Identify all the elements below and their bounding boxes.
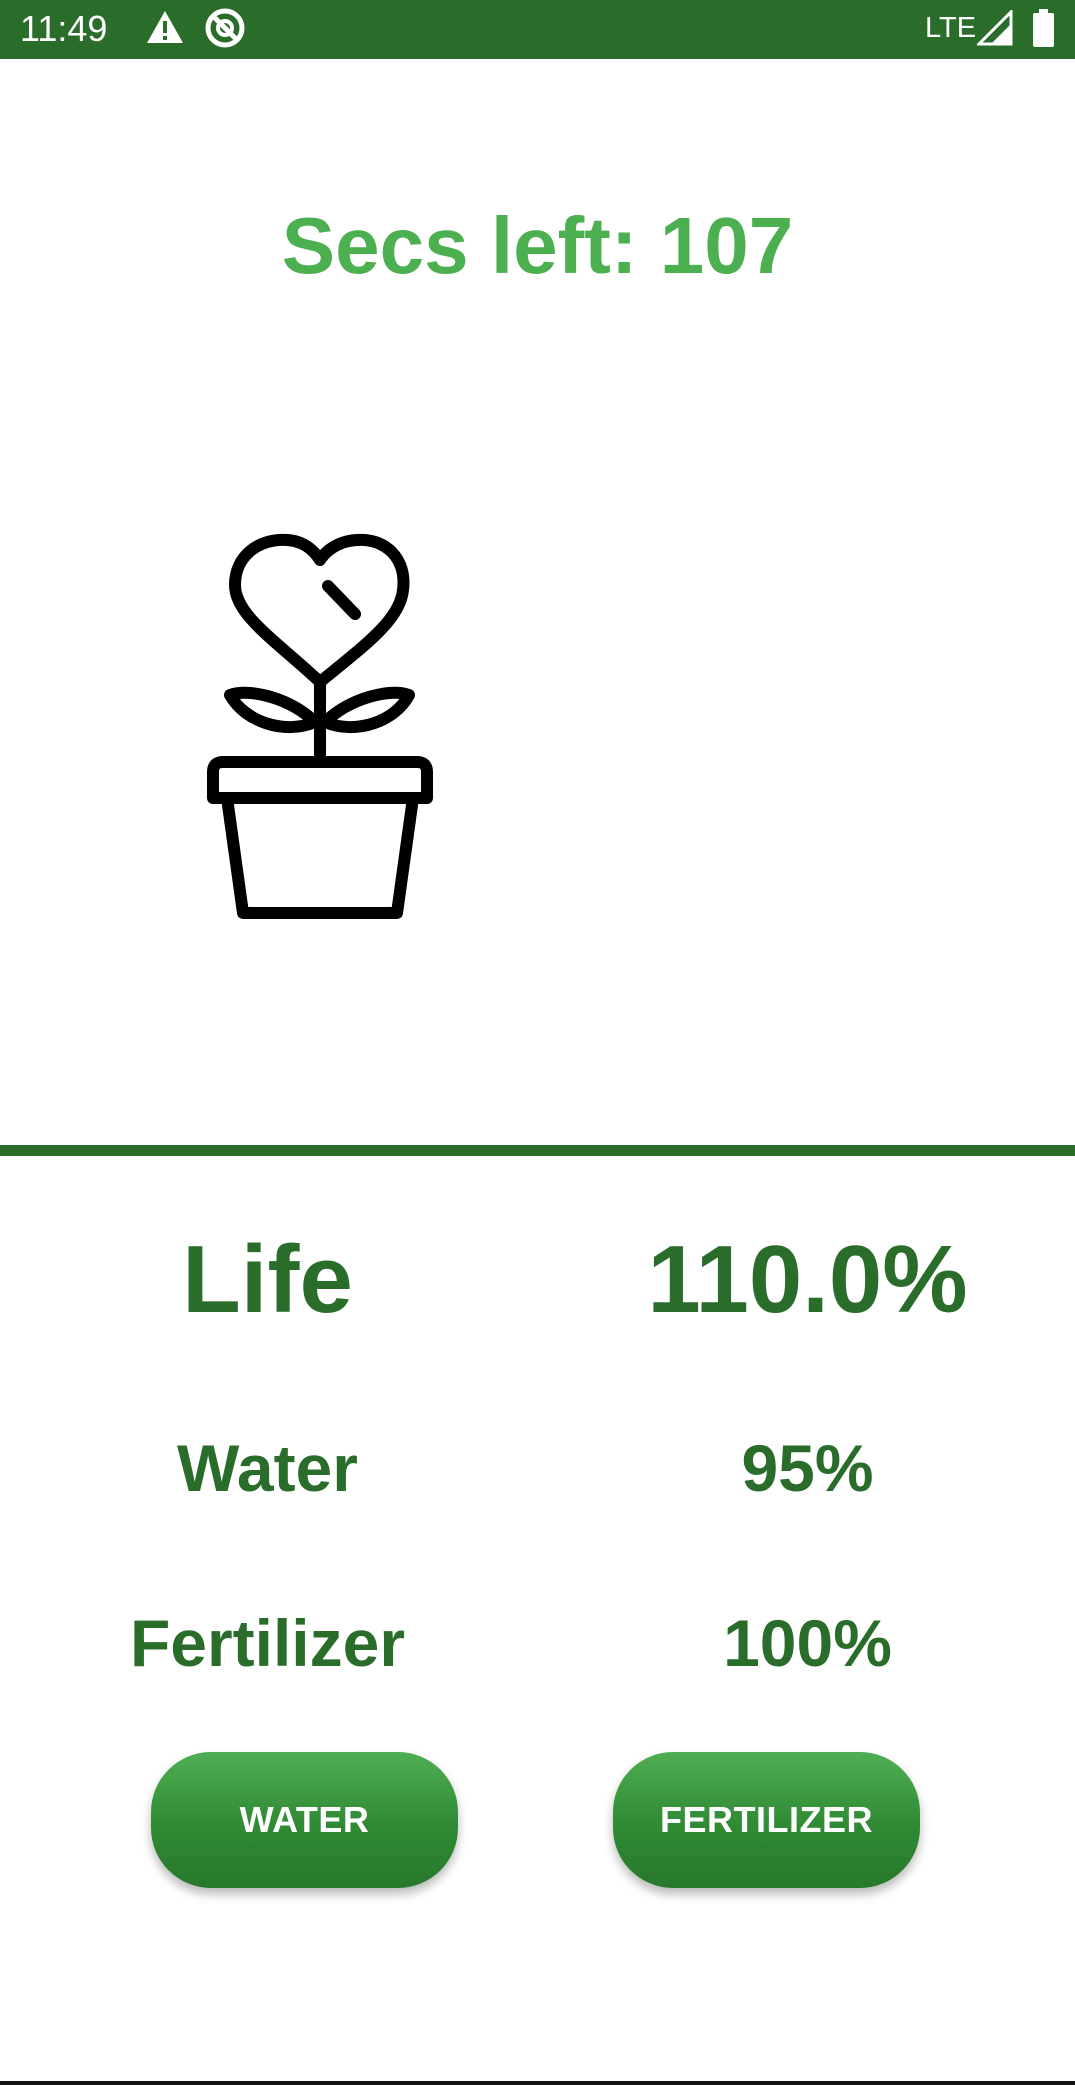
seconds-left-timer: Secs left: 107 (281, 201, 794, 290)
life-label: Life (182, 1226, 353, 1333)
fertilizer-value: 100% (723, 1606, 892, 1680)
battery-icon (1033, 9, 1054, 47)
no-sync-icon (205, 8, 245, 48)
signal-icon (977, 10, 1013, 46)
warning-icon (147, 11, 183, 43)
water-label: Water (177, 1431, 358, 1505)
potted-heart-plant-icon (207, 533, 433, 919)
status-bar: 11:49 LTE (0, 0, 1075, 59)
fertilizer-label: Fertilizer (129, 1606, 406, 1680)
network-type: LTE (925, 12, 977, 44)
water-button[interactable]: WATER (151, 1752, 458, 1888)
status-time: 11:49 (20, 8, 108, 49)
fertilizer-button[interactable]: FERTILIZER (613, 1752, 920, 1888)
life-value: 110.0% (647, 1226, 968, 1333)
section-divider (0, 1145, 1075, 1156)
bottom-edge-line (0, 2081, 1075, 2085)
water-value: 95% (741, 1431, 874, 1505)
